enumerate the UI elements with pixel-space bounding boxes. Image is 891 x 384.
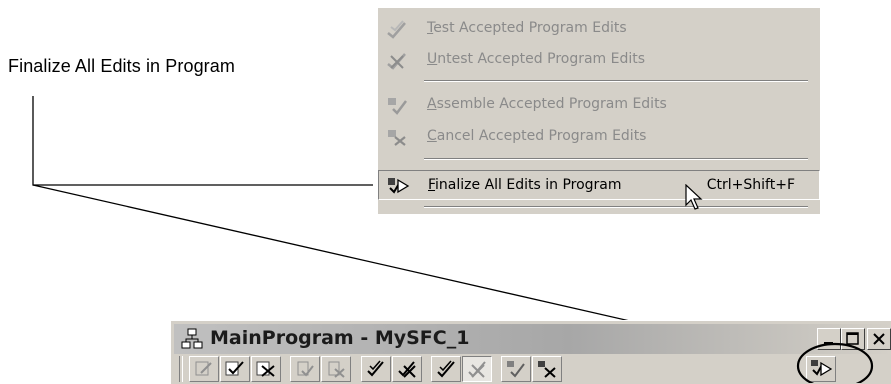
edits-context-menu: Test Accepted Program Edits Untest Accep… xyxy=(378,8,820,214)
menu-item-label: Cancel Accepted Program Edits xyxy=(427,128,647,144)
window-titlebar[interactable]: MainProgram - MySFC_1 xyxy=(174,324,891,354)
toolbar-cancel-accepted-button[interactable] xyxy=(532,356,562,382)
menu-separator xyxy=(424,206,808,208)
toolbar-test-accepted-button[interactable] xyxy=(431,356,461,382)
menu-item-cancel-accepted-edits[interactable]: Cancel Accepted Program Edits xyxy=(378,122,820,152)
toolbar-grip[interactable] xyxy=(179,356,183,382)
toolbar-cancel-program-button[interactable] xyxy=(392,356,422,382)
main-program-window: MainProgram - MySFC_1 xyxy=(170,320,891,384)
menu-item-label: Assemble Accepted Program Edits xyxy=(427,96,667,112)
finalize-edits-icon xyxy=(388,178,410,194)
toolbar-edit-button[interactable] xyxy=(189,356,219,382)
menu-item-label: Finalize All Edits in Program xyxy=(428,177,622,193)
edit-icon xyxy=(195,361,212,376)
cancel-pending-edits-icon xyxy=(256,361,275,377)
toolbar-untest-accepted-button[interactable] xyxy=(462,356,492,382)
menu-item-finalize-all-edits[interactable]: Finalize All Edits in Program Ctrl+Shift… xyxy=(378,170,820,200)
accept-program-edits-icon xyxy=(367,360,384,377)
assemble-accepted-edits-icon xyxy=(507,361,525,378)
test-edits-icon xyxy=(387,20,406,39)
edits-toolbar xyxy=(171,354,891,384)
window-title: MainProgram - MySFC_1 xyxy=(210,327,470,349)
menu-item-label: Test Accepted Program Edits xyxy=(427,20,627,36)
menu-item-label: Untest Accepted Program Edits xyxy=(427,51,646,67)
cancel-assemble-icon xyxy=(328,361,345,378)
cancel-accepted-edits-icon xyxy=(538,361,556,378)
highlight-circle xyxy=(796,342,874,383)
mouse-cursor-icon xyxy=(685,184,703,210)
menu-item-assemble-accepted-edits[interactable]: Assemble Accepted Program Edits xyxy=(378,90,820,120)
test-accepted-edits-icon xyxy=(437,360,455,378)
program-tree-icon xyxy=(181,328,203,349)
cancel-program-edits-icon xyxy=(398,361,416,378)
menu-separator xyxy=(424,158,808,160)
menu-item-shortcut: Ctrl+Shift+F xyxy=(706,177,795,193)
assemble-edits-icon xyxy=(388,98,407,115)
menu-item-untest-accepted-edits[interactable]: Untest Accepted Program Edits xyxy=(378,45,820,75)
toolbar-accept-program-button[interactable] xyxy=(361,356,391,382)
menu-item-test-accepted-edits[interactable]: Test Accepted Program Edits xyxy=(378,14,820,44)
menu-separator xyxy=(424,80,808,82)
untest-accepted-edits-icon xyxy=(468,361,486,378)
toolbar-assemble-button[interactable] xyxy=(290,356,320,382)
callout-label: Finalize All Edits in Program xyxy=(8,56,235,76)
toolbar-cancel-pending-button[interactable] xyxy=(251,356,281,382)
assemble-icon xyxy=(297,361,314,377)
toolbar-assemble-accepted-button[interactable] xyxy=(501,356,531,382)
untest-edits-icon xyxy=(387,53,406,70)
toolbar-accept-pending-button[interactable] xyxy=(220,356,250,382)
accept-pending-edits-icon xyxy=(225,361,244,376)
toolbar-cancel-assemble-button[interactable] xyxy=(321,356,351,382)
cancel-edits-icon xyxy=(388,130,406,146)
